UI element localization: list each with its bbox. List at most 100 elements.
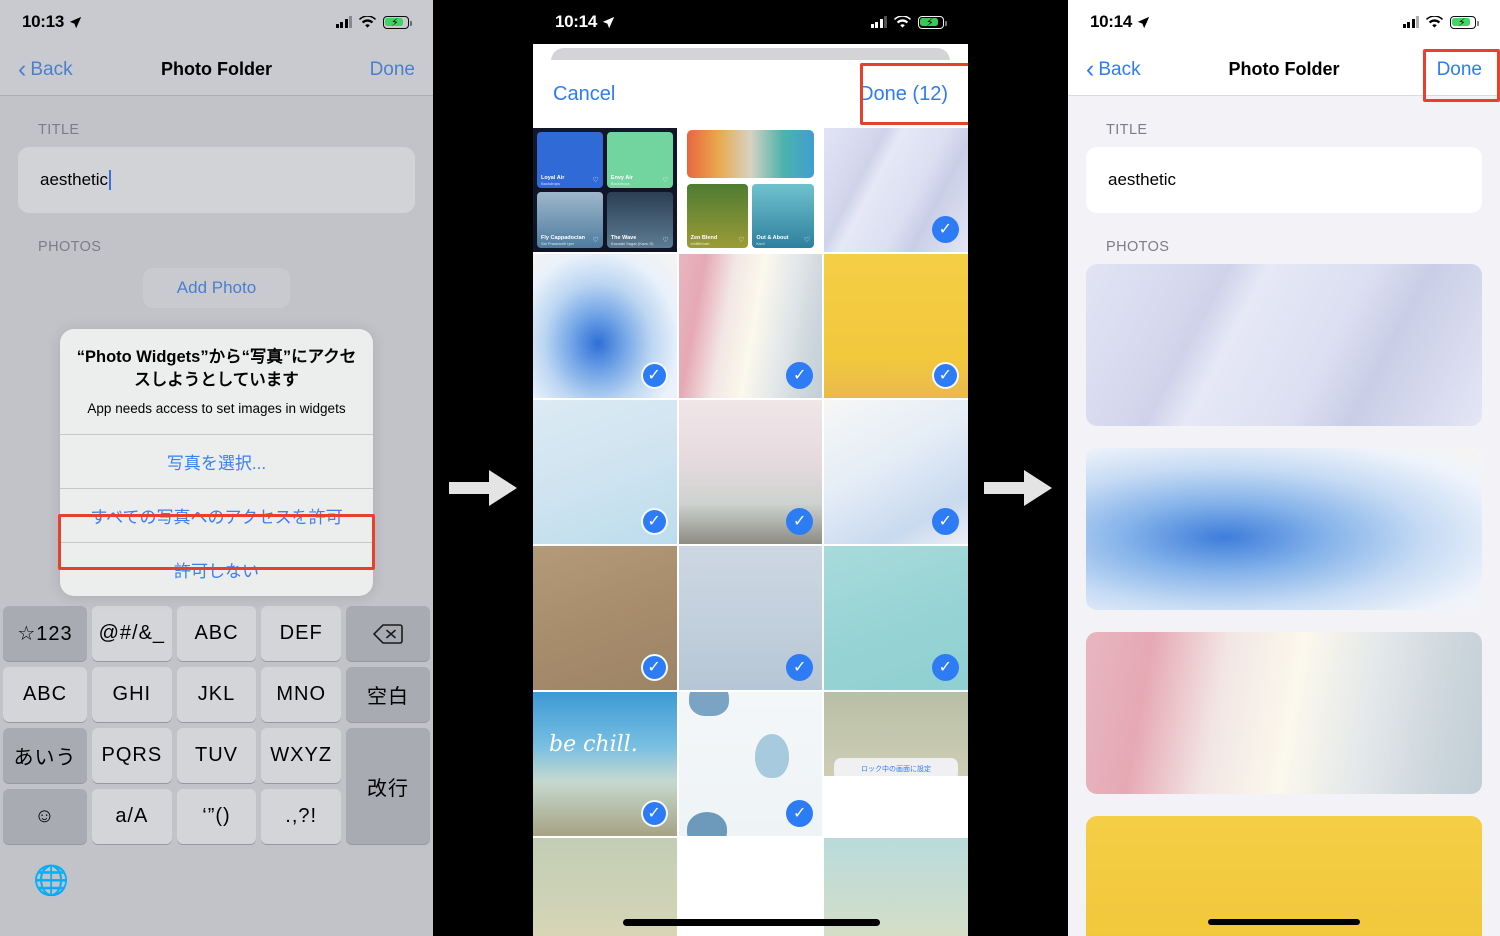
cancel-button[interactable]: Cancel xyxy=(553,83,615,106)
selected-check-icon: ✓ xyxy=(931,216,959,243)
return-key[interactable]: 改行 xyxy=(346,728,430,844)
title-input-3[interactable]: aesthetic xyxy=(1086,147,1482,213)
key-quotes[interactable]: ‘”() xyxy=(176,789,257,844)
selected-check-icon: ✓ xyxy=(786,654,814,681)
add-photo-row: Add Photo xyxy=(0,268,433,308)
status-bar-2: 10:14 ⚡ xyxy=(533,0,968,44)
alert-button-select-photos[interactable]: 写真を選択... xyxy=(60,434,373,488)
done-button-3[interactable]: Done xyxy=(1437,59,1482,81)
back-button-1[interactable]: ‹ Back xyxy=(18,54,73,83)
done-count-button[interactable]: Done (12) xyxy=(859,83,948,106)
photo-cell-be-chill[interactable]: be chill. ✓ xyxy=(533,692,677,836)
key-def[interactable]: DEF xyxy=(261,606,342,661)
keyboard-row-4: a/A ‘”() .,?! xyxy=(92,789,342,844)
selected-check-icon: ✓ xyxy=(786,508,814,535)
photo-cell-moon-lights[interactable]: ✓ xyxy=(533,546,677,690)
sheet-white-strip xyxy=(824,775,968,836)
alert-button-allow-all-photos[interactable]: すべての写真へのアクセスを許可 xyxy=(60,488,373,542)
photo-grid-row: be chill. ✓ ✓ 複製⧉ 非表示👁 スライドショー▶ AirPlay⌧ xyxy=(533,692,968,836)
photo-thumb xyxy=(1086,264,1482,426)
title-input-1[interactable]: aesthetic xyxy=(18,147,415,213)
backspace-key[interactable] xyxy=(346,606,431,661)
key-punctuation[interactable]: .,?! xyxy=(261,789,342,844)
key-kana[interactable]: あいう xyxy=(3,728,87,783)
photo-cell-lock-screen[interactable]: ロック中の画面に設定 xyxy=(824,692,968,836)
heart-icon: ♡ xyxy=(592,177,599,184)
backspace-icon xyxy=(373,623,403,644)
battery-charging-icon: ⚡ xyxy=(1450,15,1479,29)
key-jkl[interactable]: JKL xyxy=(176,667,257,722)
photo-cell-pink-plaster[interactable]: ✓ xyxy=(678,254,823,398)
key-ghi[interactable]: GHI xyxy=(92,667,172,722)
photo-cell-yellow-rose[interactable]: ✓ xyxy=(824,546,968,690)
status-bar-3: 10:14 ⚡ xyxy=(1068,0,1500,44)
selected-check-icon: ✓ xyxy=(931,362,959,389)
key-tuv[interactable]: TUV xyxy=(176,728,257,783)
wifi-icon xyxy=(359,15,376,28)
photo-thumb xyxy=(1086,632,1482,794)
photo-cell-yellow[interactable]: ✓ xyxy=(824,254,968,398)
photo-list-item[interactable] xyxy=(1086,448,1482,610)
cellular-bars-icon xyxy=(335,16,352,28)
globe-icon[interactable]: 🌐 xyxy=(33,864,69,898)
photo-list-item[interactable] xyxy=(1086,264,1482,426)
alert-message: App needs access to set images in widget… xyxy=(87,400,346,416)
selected-check-icon: ✓ xyxy=(786,800,814,827)
photo-list-item[interactable] xyxy=(1086,632,1482,794)
picker-toolbar: Cancel Done (12) xyxy=(533,60,968,128)
add-photo-button[interactable]: Add Photo xyxy=(142,268,291,308)
alert-button-dont-allow[interactable]: 許可しない xyxy=(60,542,373,596)
home-indicator-3 xyxy=(1208,919,1360,925)
photo-cell-hamsa[interactable]: ✓ 複製⧉ 非表示👁 スライドショー▶ AirPlay⌧ xyxy=(678,692,823,836)
photo-cell-white-plaster[interactable]: ✓ xyxy=(824,128,968,252)
alert-header: “Photo Widgets”から“写真”にアクセスしようとしています App … xyxy=(60,329,373,434)
chevron-left-icon: ‹ xyxy=(1086,54,1095,83)
chevron-left-icon: ‹ xyxy=(18,54,27,83)
key-wxyz[interactable]: WXYZ xyxy=(261,728,342,783)
key-abc-2[interactable]: ABC xyxy=(3,667,87,722)
key-atsign[interactable]: @#/&_ xyxy=(92,606,172,661)
emoji-key[interactable]: ☺ xyxy=(3,789,87,844)
key-pqrs[interactable]: PQRS xyxy=(92,728,172,783)
selected-check-icon: ✓ xyxy=(640,508,668,535)
photo-grid-row: ✓ ✓ ✓ xyxy=(533,400,968,544)
selected-check-icon: ✓ xyxy=(640,654,668,681)
photo-cell-wallpaper-app-dark[interactable]: Loyal Air Backdrops ♡ Envy Air Backdrops… xyxy=(533,128,677,252)
photos-section-label-3: PHOTOS xyxy=(1106,239,1170,255)
key-symbols-123[interactable]: ☆123 xyxy=(3,606,87,661)
key-mno[interactable]: MNO xyxy=(261,667,342,722)
photo-cell-van[interactable]: ✓ xyxy=(678,400,823,544)
heart-icon: ♡ xyxy=(662,177,669,184)
mini-card-sub: chilllifehart xyxy=(690,241,710,246)
photo-cell-palm-trees[interactable]: ✓ xyxy=(678,546,823,690)
photo-cell-balloons[interactable]: ✓ xyxy=(533,400,677,544)
photo-cell-blue-watercolor[interactable]: ✓ xyxy=(533,254,677,398)
phone-panel-1: 10:13 ⚡ ‹ Back Photo Folder Done TITLE a… xyxy=(0,0,433,936)
photo-cell-wallpaper-app-light[interactable]: Zen Blend chilllifehart ♡ Out & About Ku… xyxy=(678,128,823,252)
done-button-1[interactable]: Done xyxy=(370,59,415,81)
keyboard-right-column: 改行 xyxy=(346,728,430,850)
mini-card-sub: Kazuaki Sagar (Kazu S) xyxy=(610,241,654,246)
key-case-toggle[interactable]: a/A xyxy=(92,789,172,844)
space-key[interactable]: 空白 xyxy=(346,667,431,722)
flow-arrow-2 xyxy=(968,462,1068,514)
photo-list-item[interactable] xyxy=(1086,816,1482,936)
back-button-3[interactable]: ‹ Back xyxy=(1086,54,1141,83)
mini-card-sub: Kunt xyxy=(756,241,765,246)
back-label-1: Back xyxy=(30,58,73,80)
status-indicators-2: ⚡ xyxy=(870,15,947,29)
selected-check-icon: ✓ xyxy=(931,654,959,681)
keyboard-left-column: あいう ☺ xyxy=(3,728,87,850)
mini-card: Loyal Air Backdrops ♡ xyxy=(537,132,603,188)
title-input-value-1: aesthetic xyxy=(40,170,109,189)
title-input-value-3: aesthetic xyxy=(1108,170,1177,189)
status-time-group-3: 10:14 xyxy=(1090,12,1150,32)
photo-grid-row: Loyal Air Backdrops ♡ Envy Air Backdrops… xyxy=(533,128,968,252)
photo-cell-bunny-tails[interactable]: ✓ xyxy=(824,400,968,544)
battery-charging-icon: ⚡ xyxy=(383,15,412,29)
photos-section-label-1: PHOTOS xyxy=(38,239,102,255)
phone-panel-3: 10:14 ⚡ ‹ Back Photo Folder Done TITLE a… xyxy=(1068,0,1500,936)
key-abc-1[interactable]: ABC xyxy=(176,606,257,661)
text-caret xyxy=(109,170,112,190)
heart-icon: ♡ xyxy=(592,237,599,244)
